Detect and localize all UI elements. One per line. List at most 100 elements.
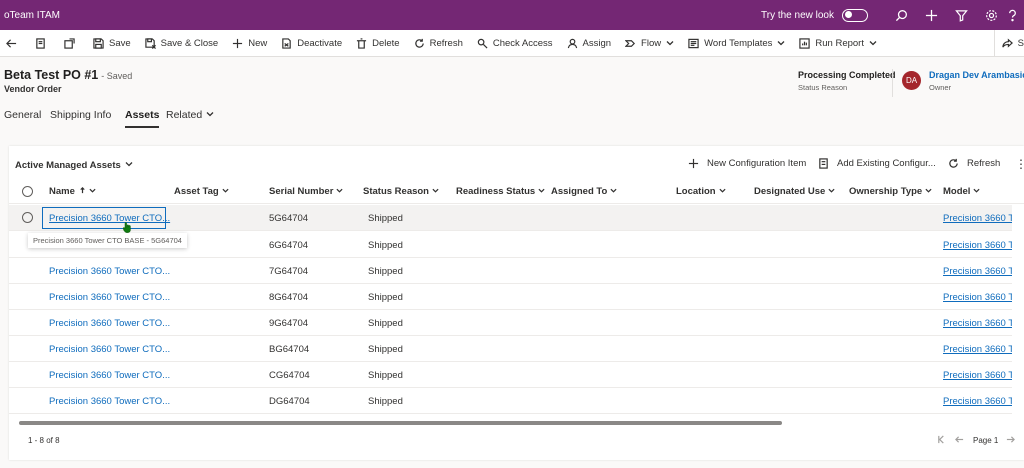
gear-icon[interactable] (976, 0, 1006, 30)
filter-icon[interactable] (946, 0, 976, 30)
back-button[interactable] (0, 30, 23, 57)
deactivate-button[interactable]: Deactivate (274, 30, 349, 57)
table-row[interactable]: Precision 3660 Tower CTO... 9G64704 Ship… (9, 310, 1012, 336)
serial-number-cell: 5G64704 (269, 213, 309, 224)
table-row[interactable]: Precision 3660 Tower CTO... BG64704 Ship… (9, 336, 1012, 362)
help-icon[interactable] (1006, 0, 1024, 30)
more-commands-icon[interactable]: ⋮ (1015, 157, 1024, 171)
chevron-down-icon (869, 41, 877, 46)
status-reason-cell: Shipped (368, 344, 403, 355)
asset-name-link[interactable]: Precision 3660 Tower CTO... (49, 213, 170, 224)
check-access-icon (477, 38, 488, 49)
save-close-button[interactable]: Save & Close (138, 30, 226, 57)
asset-name-link[interactable]: Precision 3660 Tower CTO... (49, 344, 170, 355)
first-page-button[interactable] (937, 435, 946, 446)
chevron-down-icon (719, 188, 726, 193)
previous-page-button[interactable] (955, 435, 964, 446)
status-reason-cell: Shipped (368, 370, 403, 381)
asset-name-link[interactable]: Precision 3660 Tower CTO... (49, 396, 170, 407)
plus-icon[interactable] (916, 0, 946, 30)
model-link[interactable]: Precision 3660 Tow (943, 344, 1012, 355)
run-report-button[interactable]: Run Report (792, 30, 884, 57)
serial-number-cell: DG64704 (269, 396, 310, 407)
status-reason-cell: Shipped (368, 213, 403, 224)
first-page-icon (938, 435, 944, 444)
chevron-down-icon (336, 188, 343, 193)
tab-general[interactable]: General (4, 109, 41, 121)
save-button[interactable]: Save (81, 30, 138, 57)
app-title[interactable]: oTeam ITAM (4, 10, 60, 21)
grid-refresh-button[interactable]: Refresh (948, 158, 1000, 169)
serial-number-cell: 7G64704 (269, 266, 309, 277)
column-ownership-type[interactable]: Ownership Type (849, 186, 932, 197)
asset-name-link[interactable]: Precision 3660 Tower CTO... (49, 266, 170, 277)
model-link[interactable]: Precision 3660 Tow (943, 240, 1012, 251)
chevron-down-icon (925, 188, 932, 193)
asset-name-link[interactable]: Precision 3660 Tower CTO... (49, 370, 170, 381)
column-designated-use[interactable]: Designated Use (754, 186, 835, 197)
share-button[interactable]: S (993, 30, 1024, 57)
trash-icon (357, 37, 367, 49)
chevron-down-icon (222, 188, 229, 193)
entity-name: Vendor Order (4, 84, 62, 94)
asset-name-link[interactable]: Precision 3660 Tower CTO... (49, 292, 170, 303)
model-link[interactable]: Precision 3660 Tow (943, 213, 1012, 224)
column-model[interactable]: Model (943, 186, 981, 197)
asset-name-link[interactable]: Precision 3660 Tower CTO... (49, 318, 170, 329)
open-new-window-button[interactable] (52, 30, 81, 57)
model-link[interactable]: Precision 3660 Tow (943, 266, 1012, 277)
status-reason-value: Processing Completed (798, 70, 896, 80)
table-row[interactable]: Precision 3660 Tower CTO... 7G64704 Ship… (9, 258, 1012, 284)
model-link[interactable]: Precision 3660 Tow (943, 396, 1012, 407)
add-existing-icon (819, 158, 828, 169)
column-serial-number[interactable]: Serial Number (269, 186, 343, 197)
table-row[interactable]: Precision 3660 Tower CTO... 8G64704 Ship… (9, 284, 1012, 310)
column-readiness-status[interactable]: Readiness Status (456, 186, 545, 197)
delete-button[interactable]: Delete (349, 30, 406, 57)
chevron-down-icon (206, 112, 214, 117)
chevron-down-icon (125, 162, 133, 167)
table-row[interactable]: Precision 3660 Tower CTO... 5G64704 Ship… (9, 205, 1012, 233)
new-look-toggle[interactable] (842, 8, 868, 22)
view-selector[interactable]: Active Managed Assets (15, 160, 133, 171)
report-icon (799, 37, 811, 49)
model-link[interactable]: Precision 3660 Tow (943, 292, 1012, 303)
flow-button[interactable]: Flow (618, 30, 681, 57)
column-name[interactable]: Name (49, 186, 96, 197)
table-row[interactable]: Precision 3660 Tower CTO... CG64704 Ship… (9, 362, 1012, 388)
add-existing-button[interactable]: Add Existing Configur... (818, 158, 936, 169)
chevron-down-icon (777, 41, 785, 46)
assign-button[interactable]: Assign (560, 30, 619, 57)
column-status-reason[interactable]: Status Reason (363, 186, 439, 197)
status-reason-cell: Shipped (368, 240, 403, 251)
record-set-button[interactable] (23, 30, 52, 57)
chevron-down-icon (666, 41, 674, 46)
tab-shipping-info[interactable]: Shipping Info (50, 109, 111, 121)
refresh-button[interactable]: Refresh (407, 30, 470, 57)
owner-label: Owner (929, 83, 952, 92)
search-icon[interactable] (886, 0, 916, 30)
owner-link[interactable]: Dragan Dev Arambasic (929, 70, 1024, 80)
new-configuration-item-button[interactable]: New Configuration Item (688, 158, 806, 169)
tab-related[interactable]: Related (166, 109, 214, 121)
column-asset-tag[interactable]: Asset Tag (174, 186, 229, 197)
table-row[interactable]: Precision 3660 Tower CTO... DG64704 Ship… (9, 388, 1012, 414)
chevron-down-icon (973, 188, 981, 193)
sort-ascending-icon (80, 187, 85, 194)
model-link[interactable]: Precision 3660 Tow (943, 370, 1012, 381)
column-location[interactable]: Location (676, 186, 726, 197)
record-header: Beta Test PO #1- Saved Vendor Order Proc… (0, 57, 1024, 101)
word-templates-button[interactable]: Word Templates (681, 30, 792, 57)
column-assigned-to[interactable]: Assigned To (551, 186, 617, 197)
horizontal-scrollbar[interactable] (19, 421, 782, 425)
select-all-radio[interactable] (22, 186, 33, 197)
row-select-radio[interactable] (22, 212, 33, 223)
app-header: oTeam ITAM Try the new look (0, 0, 1024, 30)
next-page-button[interactable] (1006, 435, 1015, 446)
page-number: Page 1 (973, 436, 999, 445)
check-access-button[interactable]: Check Access (470, 30, 560, 57)
tab-assets[interactable]: Assets (125, 109, 160, 128)
model-link[interactable]: Precision 3660 Tow (943, 318, 1012, 329)
new-button[interactable]: New (225, 30, 274, 57)
save-icon (93, 37, 104, 49)
